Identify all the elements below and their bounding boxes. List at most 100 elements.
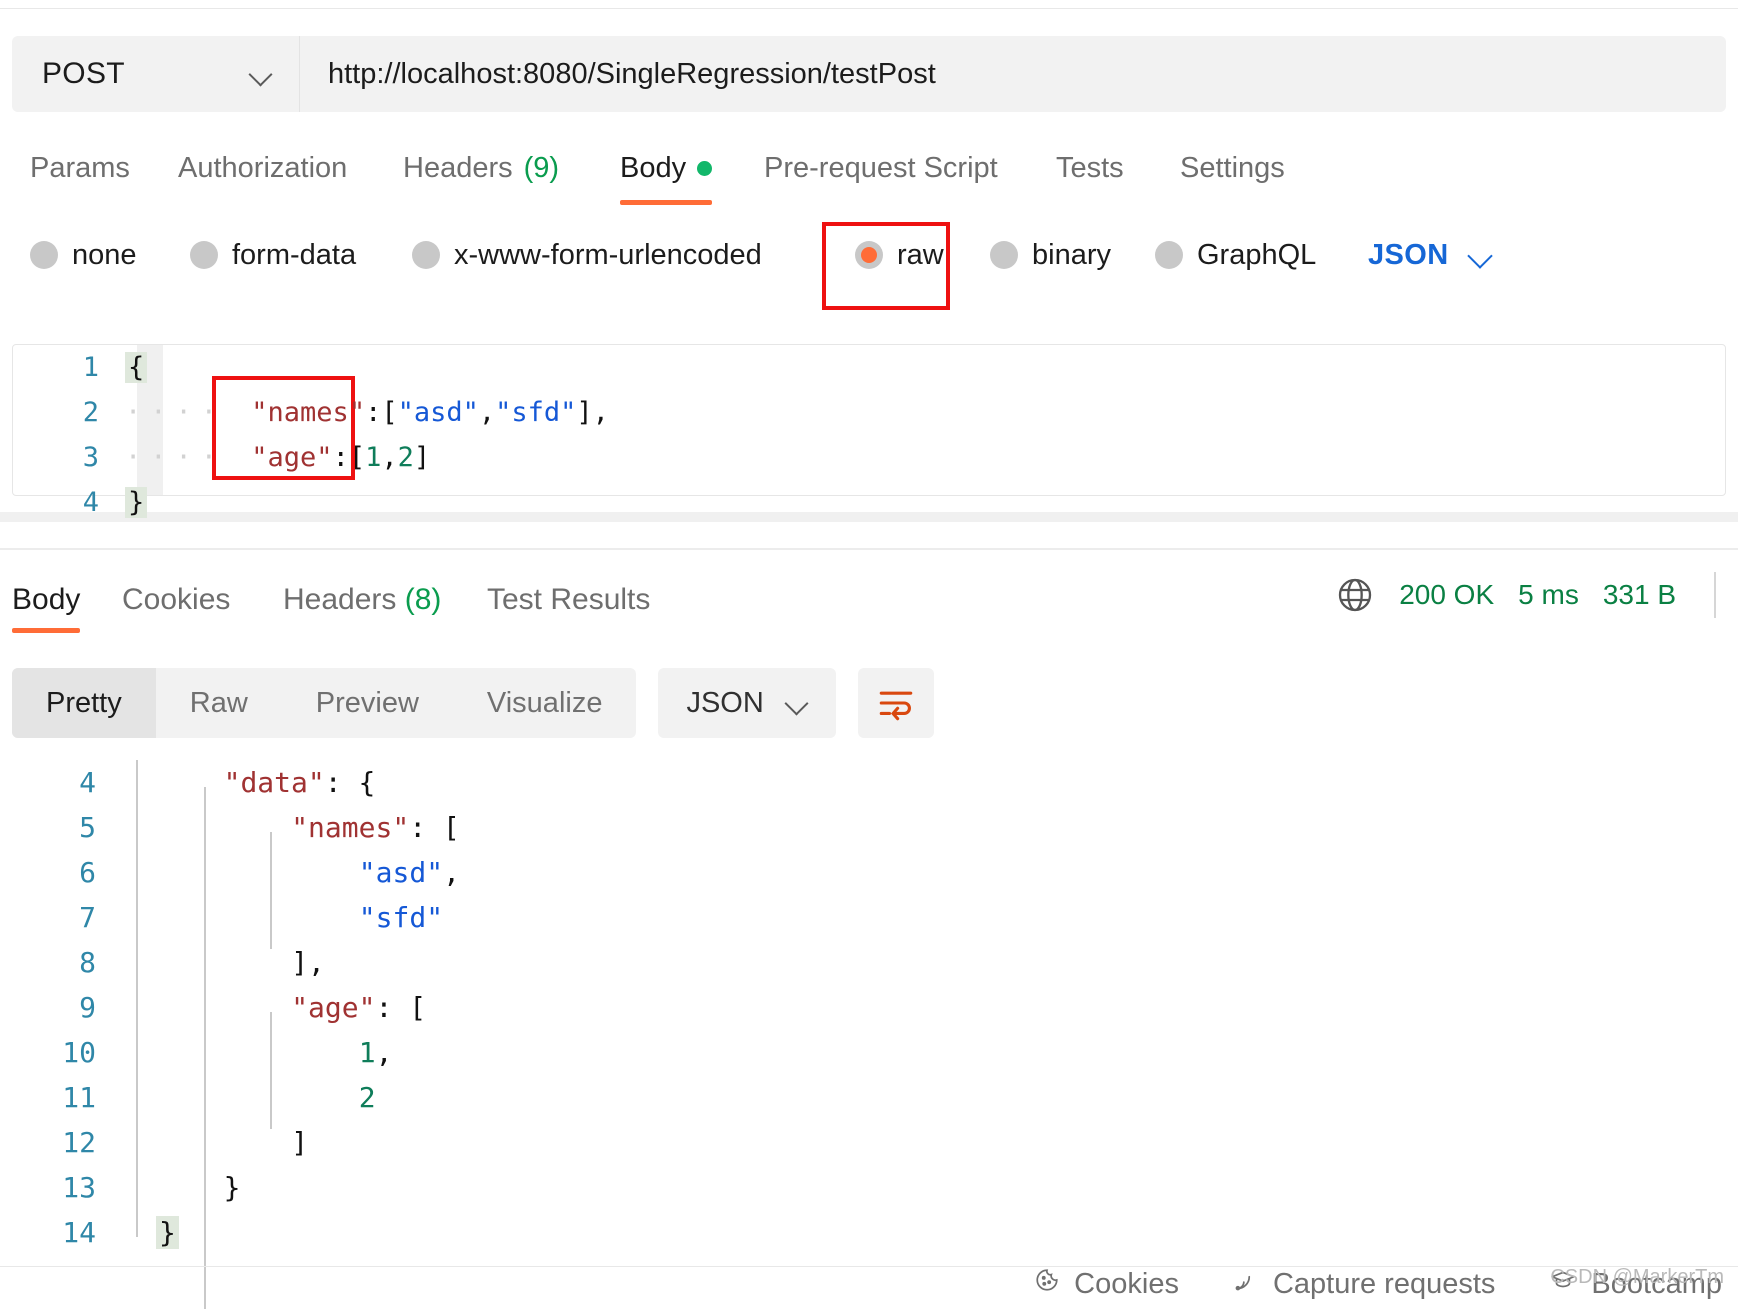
code-text: ],: [253, 946, 325, 979]
response-tab-cookies[interactable]: Cookies: [122, 583, 230, 617]
body-type-binary[interactable]: binary: [990, 239, 1111, 272]
view-mode-group: Pretty Raw Preview Visualize: [12, 668, 637, 738]
line-number: 1: [82, 352, 99, 383]
body-type-raw[interactable]: raw: [855, 239, 944, 272]
method-selector[interactable]: POST: [12, 36, 300, 112]
code-token: "names": [291, 811, 410, 844]
code-token: : [: [375, 991, 427, 1024]
view-mode-preview[interactable]: Preview: [282, 668, 453, 738]
tab-label: Authorization: [178, 151, 348, 184]
footer-item-label: Capture requests: [1272, 1267, 1496, 1300]
cookie-icon: [1034, 1267, 1060, 1301]
body-type-form-data[interactable]: form-data: [190, 239, 356, 272]
word-wrap-button[interactable]: [857, 668, 934, 738]
view-mode-raw[interactable]: Raw: [156, 668, 282, 738]
request-body-editor[interactable]: 1{2 ···· "names":["asd","sfd"], 3 ···· "age…: [12, 344, 1726, 518]
code-token: {: [125, 352, 148, 383]
code-text: "asd",: [321, 856, 460, 889]
code-token: "age": [291, 991, 376, 1024]
footer-item-cookies[interactable]: Cookies: [1034, 1267, 1179, 1301]
request-tab-tests[interactable]: Tests: [1056, 152, 1124, 195]
tab-label: Body: [12, 583, 81, 616]
code-text: }: [118, 1216, 179, 1249]
line-number: 10: [62, 1036, 96, 1069]
status-divider: [1714, 572, 1716, 618]
line-number: 7: [79, 901, 96, 934]
indent-guide: [270, 832, 272, 949]
code-text: ]: [253, 1126, 308, 1159]
view-mode-pretty[interactable]: Pretty: [12, 668, 156, 738]
response-code-line: 4 "data": {: [0, 760, 1738, 805]
request-tab-headers[interactable]: Headers (9): [403, 152, 559, 195]
code-text: {: [125, 352, 148, 383]
body-type-label: GraphQL: [1197, 238, 1317, 271]
code-token: ,: [381, 442, 398, 473]
top-divider: [0, 8, 1738, 9]
code-token: 2: [358, 1081, 376, 1114]
code-text: ···· "names":["asd","sfd"],: [125, 397, 609, 428]
response-code-line: 13}: [0, 1165, 1738, 1210]
view-mode-visualize[interactable]: Visualize: [453, 668, 637, 738]
radio-button[interactable]: [1155, 241, 1183, 269]
request-tab-params[interactable]: Params: [30, 152, 130, 195]
response-code-line: 10 1,: [0, 1030, 1738, 1075]
response-code-line: 9 "age": [: [0, 985, 1738, 1030]
code-text: ···· "age":[1,2]: [125, 442, 430, 473]
response-tab-headers[interactable]: Headers (8): [283, 583, 441, 617]
chevron-down-icon: [786, 692, 808, 714]
url-input[interactable]: http://localhost:8080/SingleRegression/t…: [300, 36, 1726, 112]
body-type-options: none form-data x-www-form-urlencoded raw bin…: [0, 225, 1738, 285]
radio-button[interactable]: [412, 241, 440, 269]
footer-item-capture-requests[interactable]: Capture requests: [1233, 1267, 1495, 1301]
radio-button[interactable]: [990, 241, 1018, 269]
radio-button[interactable]: [30, 241, 58, 269]
code-text: "data": {: [186, 766, 376, 799]
response-status-group: 200 OK 5 ms 331 B: [1335, 572, 1716, 618]
body-type-x-www-form-urlencoded[interactable]: x-www-form-urlencoded: [412, 239, 762, 272]
indent-guide: [270, 1012, 272, 1129]
line-number: 12: [62, 1126, 96, 1159]
code-token: }: [223, 1171, 241, 1204]
indent-dots: ····: [125, 397, 252, 428]
body-type-label: none: [72, 238, 137, 271]
body-type-graphql[interactable]: GraphQL: [1155, 239, 1316, 272]
response-format-selector[interactable]: JSON: [658, 668, 836, 738]
chevron-down-icon: [1469, 243, 1493, 267]
request-code-line: 2 ···· "names":["asd","sfd"],: [13, 390, 1725, 435]
code-token: "asd": [358, 856, 444, 889]
radio-button[interactable]: [190, 241, 218, 269]
tab-label: Headers: [283, 583, 405, 616]
code-token: 1: [358, 1036, 376, 1069]
response-tab-test-results[interactable]: Test Results: [487, 583, 650, 617]
tab-label: Params: [30, 151, 130, 184]
radio-button[interactable]: [855, 241, 883, 269]
request-format-selector[interactable]: JSON: [1368, 239, 1493, 272]
request-tab-pre-request-script[interactable]: Pre-request Script: [764, 152, 998, 195]
code-token: 1: [365, 442, 382, 473]
indent-guide: [136, 760, 138, 1237]
code-token: :[: [332, 442, 366, 473]
response-code-line: 12]: [0, 1120, 1738, 1165]
request-tab-authorization[interactable]: Authorization: [178, 152, 347, 195]
code-token: ,: [478, 397, 496, 428]
request-tab-settings[interactable]: Settings: [1180, 152, 1285, 195]
line-number: 2: [82, 397, 99, 428]
line-number: 11: [62, 1081, 96, 1114]
response-tab-body[interactable]: Body: [12, 583, 81, 633]
code-token: 2: [397, 442, 414, 473]
request-tab-body[interactable]: Body: [620, 152, 713, 205]
request-format-label: JSON: [1368, 238, 1449, 271]
request-code-line: 1{: [13, 345, 1725, 390]
response-code-line: 8],: [0, 940, 1738, 985]
method-label: POST: [42, 57, 125, 90]
code-text: }: [186, 1171, 241, 1204]
code-token: : [: [409, 811, 460, 844]
body-type-none[interactable]: none: [30, 239, 137, 272]
response-body-viewer[interactable]: 4 "data": {5 "names": [6 "asd", 7 "sfd" 8], 9 "a…: [0, 760, 1738, 1309]
code-token: : {: [324, 766, 376, 799]
line-number: 9: [79, 991, 96, 1024]
line-number: 13: [62, 1171, 96, 1204]
code-token: "age": [251, 442, 333, 473]
line-number: 8: [79, 946, 96, 979]
response-format-label: JSON: [686, 686, 764, 719]
